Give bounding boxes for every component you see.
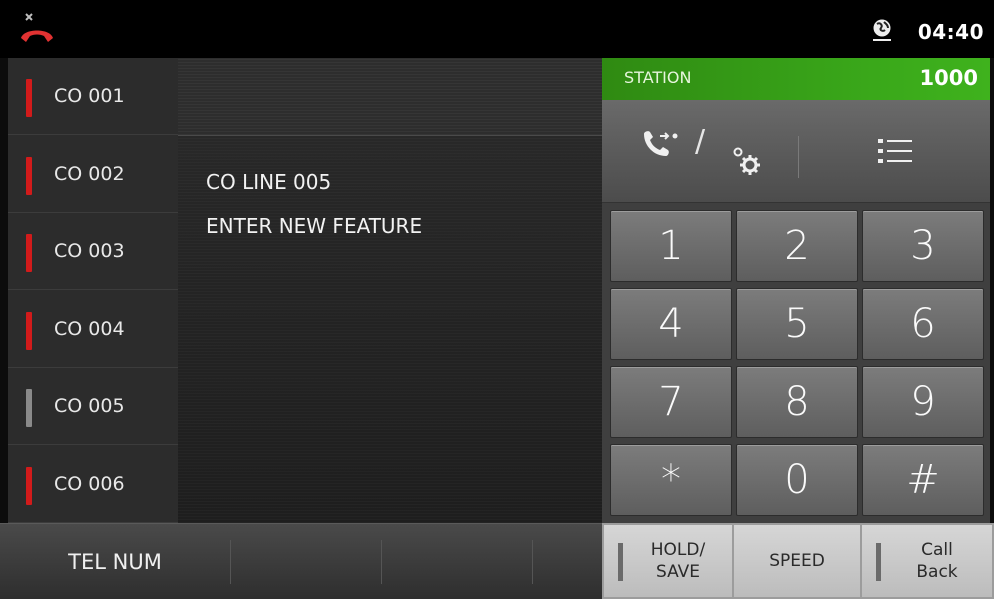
hold-save-button[interactable]: HOLD/ SAVE — [604, 525, 732, 597]
key-star[interactable]: * — [610, 444, 732, 516]
co-line-item-005[interactable]: CO 005 — [8, 368, 178, 445]
line-status-led — [26, 467, 32, 505]
co-line-label: CO 001 — [54, 85, 125, 107]
co-line-label: CO 005 — [54, 395, 125, 417]
list-icon[interactable] — [876, 136, 914, 166]
hold-status-led — [618, 543, 623, 581]
dial-keypad: 1 2 3 4 5 6 7 8 9 * 0 # — [602, 203, 990, 523]
co-line-label: CO 002 — [54, 163, 125, 185]
co-line-label: CO 006 — [54, 473, 125, 495]
speed-label: SPEED — [769, 551, 825, 571]
display-line-1: CO LINE 005 — [206, 170, 332, 194]
key-6[interactable]: 6 — [862, 288, 984, 360]
line-status-led — [26, 312, 32, 350]
station-bar: STATION 1000 — [602, 58, 990, 100]
call-back-label: Call Back — [916, 540, 958, 582]
display-header-area — [178, 58, 602, 136]
line-status-led — [26, 79, 32, 117]
co-line-item-006[interactable]: CO 006 — [8, 446, 178, 523]
clock: 04:40 — [917, 20, 984, 44]
co-line-item-003[interactable]: CO 003 — [8, 213, 178, 290]
key-1[interactable]: 1 — [610, 210, 732, 282]
key-3[interactable]: 3 — [862, 210, 984, 282]
call-back-button[interactable]: Call Back — [862, 525, 992, 597]
key-hash[interactable]: # — [862, 444, 984, 516]
function-key-bar: HOLD/ SAVE SPEED Call Back — [602, 523, 994, 599]
globe-icon — [873, 19, 891, 41]
co-line-item-001[interactable]: CO 001 — [8, 58, 178, 135]
key-5[interactable]: 5 — [736, 288, 858, 360]
hangup-phone-icon[interactable] — [18, 8, 56, 48]
line-status-led — [26, 234, 32, 272]
key-8[interactable]: 8 — [736, 366, 858, 438]
key-0[interactable]: 0 — [736, 444, 858, 516]
tools-separator: / — [695, 124, 706, 159]
co-line-label: CO 003 — [54, 240, 125, 262]
tools-divider — [798, 136, 799, 178]
status-bar: 04:40 — [0, 0, 994, 58]
softkey-bar: TEL NUM — [0, 523, 602, 599]
display-line-2: ENTER NEW FEATURE — [206, 214, 423, 238]
softkey-3[interactable] — [382, 524, 532, 599]
key-7[interactable]: 7 — [610, 366, 732, 438]
co-line-item-004[interactable]: CO 004 — [8, 291, 178, 368]
speed-button[interactable]: SPEED — [734, 525, 860, 597]
co-line-label: CO 004 — [54, 318, 125, 340]
callback-status-led — [876, 543, 881, 581]
key-4[interactable]: 4 — [610, 288, 732, 360]
softkey-2[interactable] — [231, 524, 381, 599]
co-line-item-002[interactable]: CO 002 — [8, 136, 178, 213]
softkey-4[interactable] — [533, 524, 602, 599]
gear-icon[interactable] — [730, 144, 764, 178]
hold-save-label: HOLD/ SAVE — [650, 540, 706, 582]
co-line-list: CO 001 CO 002 CO 003 CO 004 CO 005 CO 00… — [8, 58, 178, 523]
lcd-display: CO LINE 005 ENTER NEW FEATURE — [178, 58, 602, 523]
station-number: 1000 — [919, 66, 978, 90]
line-status-led — [26, 389, 32, 427]
call-transfer-icon[interactable] — [640, 128, 680, 162]
station-label: STATION — [624, 68, 692, 87]
key-9[interactable]: 9 — [862, 366, 984, 438]
line-status-led — [26, 157, 32, 195]
key-2[interactable]: 2 — [736, 210, 858, 282]
softkey-tel-num[interactable]: TEL NUM — [0, 524, 230, 599]
tools-row: / — [602, 100, 990, 203]
